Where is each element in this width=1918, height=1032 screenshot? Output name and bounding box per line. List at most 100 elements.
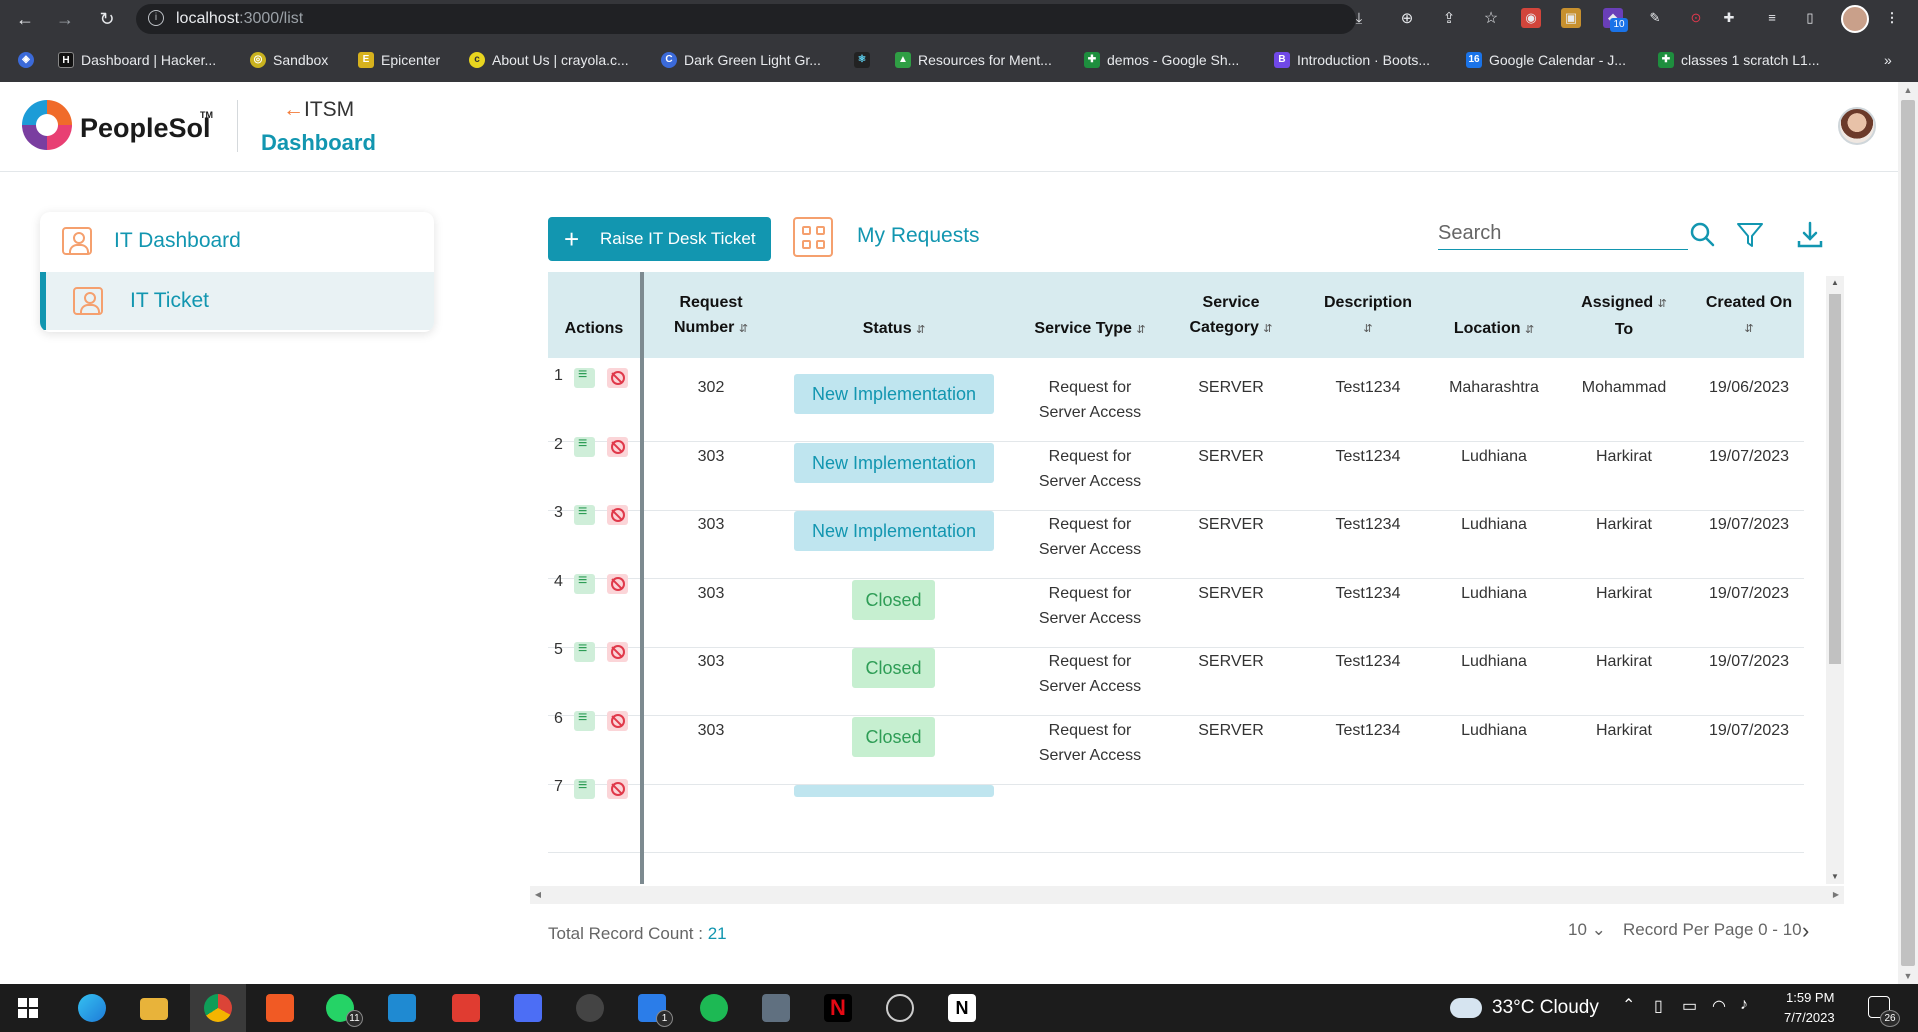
clock-date[interactable]: 7/7/2023 [1784, 1010, 1835, 1025]
back-link-itsm[interactable]: ←ITSM [283, 98, 354, 122]
view-details-icon[interactable] [574, 640, 595, 662]
install-icon[interactable]: ⤓ [1348, 8, 1370, 30]
back-icon[interactable]: ← [14, 8, 36, 30]
edge-icon[interactable] [78, 994, 106, 1022]
table-horizontal-scrollbar[interactable]: ◀ ▶ [530, 886, 1844, 904]
git-client-icon[interactable] [452, 994, 480, 1022]
filter-icon[interactable] [1735, 220, 1765, 250]
battery-icon[interactable]: ▭ [1682, 996, 1697, 1016]
cancel-ticket-icon[interactable] [607, 436, 628, 457]
chrome-icon[interactable] [204, 994, 232, 1022]
cancel-ticket-icon[interactable] [607, 505, 628, 525]
unity-icon[interactable] [576, 994, 604, 1022]
col-request-number[interactable]: Request Number ⇵ [656, 290, 766, 342]
col-status[interactable]: Status ⇵ [794, 316, 994, 343]
brave-icon[interactable] [266, 994, 294, 1022]
bookmark-item[interactable]: C Dark Green Light Gr... [661, 50, 821, 70]
sort-icon[interactable]: ⇵ [739, 323, 748, 335]
col-assigned-to[interactable]: Assigned ⇵ To [1562, 290, 1686, 342]
user-avatar[interactable] [1838, 107, 1876, 145]
wifi-icon[interactable]: ◠ [1712, 996, 1726, 1016]
extension-2-icon[interactable]: ▣ [1561, 8, 1581, 28]
bookmark-item[interactable]: ✚ classes 1 scratch L1... [1658, 50, 1820, 70]
side-panel-icon[interactable]: ▯ [1800, 8, 1820, 28]
sort-icon[interactable]: ⇵ [1263, 323, 1272, 335]
bookmark-item[interactable]: ▲ Resources for Ment... [895, 50, 1052, 70]
page-scrollbar[interactable]: ▲ ▼ [1898, 82, 1918, 984]
sort-icon[interactable]: ⇵ [1658, 298, 1667, 310]
scroll-right-arrow-icon[interactable]: ▶ [1828, 886, 1844, 904]
bookmark-item[interactable]: ⚛ [854, 50, 870, 70]
col-description[interactable]: Description ⇵ [1308, 290, 1428, 342]
bookmark-star-icon[interactable]: ☆ [1480, 8, 1502, 30]
col-created-on[interactable]: Created On ⇵ [1694, 290, 1804, 342]
page-scroll-thumb[interactable] [1901, 100, 1915, 966]
records-per-page-select[interactable]: 10 ⌄ [1568, 920, 1606, 940]
table-row[interactable]: 7 [548, 769, 1804, 853]
table-vertical-scrollbar[interactable]: ▲ ▼ [1826, 276, 1844, 884]
netflix-icon[interactable]: N [824, 994, 852, 1022]
browser-profile-avatar[interactable] [1841, 5, 1869, 33]
view-details-icon[interactable] [574, 572, 595, 594]
raise-it-desk-ticket-button[interactable]: + Raise IT Desk Ticket [548, 217, 771, 261]
spotify-icon[interactable] [700, 994, 728, 1022]
view-details-icon[interactable] [574, 435, 595, 457]
grid-view-icon[interactable] [793, 217, 833, 257]
col-service-category[interactable]: Service Category ⇵ [1178, 290, 1284, 342]
view-details-icon[interactable] [574, 709, 595, 731]
scroll-left-arrow-icon[interactable]: ◀ [530, 886, 546, 904]
sort-icon[interactable]: ⇵ [1525, 324, 1534, 336]
bookmark-item[interactable]: ◎ Sandbox [250, 50, 328, 70]
address-url[interactable]: localhost:3000/list [176, 10, 303, 28]
pen-icon[interactable]: ✎ [1645, 8, 1665, 28]
col-service-type[interactable]: Service Type ⇵ [1012, 316, 1168, 343]
bookmark-item[interactable]: E Epicenter [358, 50, 440, 70]
col-location[interactable]: Location ⇵ [1434, 316, 1554, 343]
cancel-ticket-icon[interactable] [607, 573, 628, 594]
view-details-icon[interactable] [574, 503, 595, 525]
table-scroll-thumb[interactable] [1829, 294, 1841, 664]
extensions-puzzle-icon[interactable]: ✚ [1719, 8, 1739, 28]
notion-icon[interactable]: N [948, 994, 976, 1022]
app-icon[interactable] [514, 994, 542, 1022]
sidebar-item-it-dashboard[interactable]: IT Dashboard [40, 212, 434, 270]
sort-icon[interactable]: ⇵ [1744, 323, 1753, 335]
bookmarks-overflow[interactable]: » [1884, 50, 1892, 70]
sidebar-item-it-ticket[interactable]: IT Ticket [40, 272, 434, 330]
scroll-down-arrow-icon[interactable]: ▼ [1898, 968, 1918, 984]
tray-device-icon[interactable]: ▯ [1654, 996, 1663, 1016]
tray-chevron-up-icon[interactable]: ⌃ [1622, 995, 1635, 1015]
obs-icon[interactable] [886, 994, 914, 1022]
forward-icon[interactable]: → [54, 8, 76, 30]
scroll-down-arrow-icon[interactable]: ▼ [1826, 870, 1844, 884]
next-page-chevron-icon[interactable]: › [1802, 918, 1809, 944]
scroll-up-arrow-icon[interactable]: ▲ [1898, 82, 1918, 98]
bookmark-item[interactable]: 16 Google Calendar - J... [1466, 50, 1626, 70]
reload-icon[interactable]: ↻ [96, 8, 118, 30]
weather-text[interactable]: 33°C Cloudy [1492, 997, 1599, 1019]
bookmark-item[interactable]: ✚ demos - Google Sh... [1084, 50, 1239, 70]
my-requests-link[interactable]: My Requests [857, 224, 980, 248]
download-icon[interactable] [1795, 220, 1825, 250]
search-icon[interactable] [1688, 220, 1718, 250]
browser-menu-icon[interactable]: ⋮ [1882, 8, 1902, 28]
site-info-icon[interactable]: i [148, 10, 164, 26]
sort-icon[interactable]: ⇵ [1136, 324, 1145, 336]
clock-time[interactable]: 1:59 PM [1786, 990, 1834, 1005]
file-explorer-icon[interactable] [140, 998, 168, 1020]
vscode-icon[interactable] [388, 994, 416, 1022]
cancel-ticket-icon[interactable] [607, 642, 628, 662]
media-icon[interactable]: ≡ [1762, 8, 1782, 28]
scroll-up-arrow-icon[interactable]: ▲ [1826, 276, 1844, 290]
bookmark-apps[interactable]: ◈ [18, 50, 34, 70]
volume-icon[interactable]: ♪ [1740, 996, 1748, 1014]
bookmark-item[interactable]: H Dashboard | Hacker... [58, 50, 216, 70]
address-bar[interactable]: i localhost:3000/list ⤓ ⊕ ⇪ ☆ [136, 4, 1498, 34]
calculator-icon[interactable] [762, 994, 790, 1022]
share-icon[interactable]: ⇪ [1438, 8, 1460, 30]
view-details-icon[interactable] [574, 366, 595, 388]
record-icon[interactable]: ⊙ [1686, 8, 1706, 28]
windows-start-icon[interactable] [18, 998, 38, 1018]
sort-icon[interactable]: ⇵ [1363, 323, 1372, 335]
bookmark-item[interactable]: c About Us | crayola.c... [469, 50, 629, 70]
